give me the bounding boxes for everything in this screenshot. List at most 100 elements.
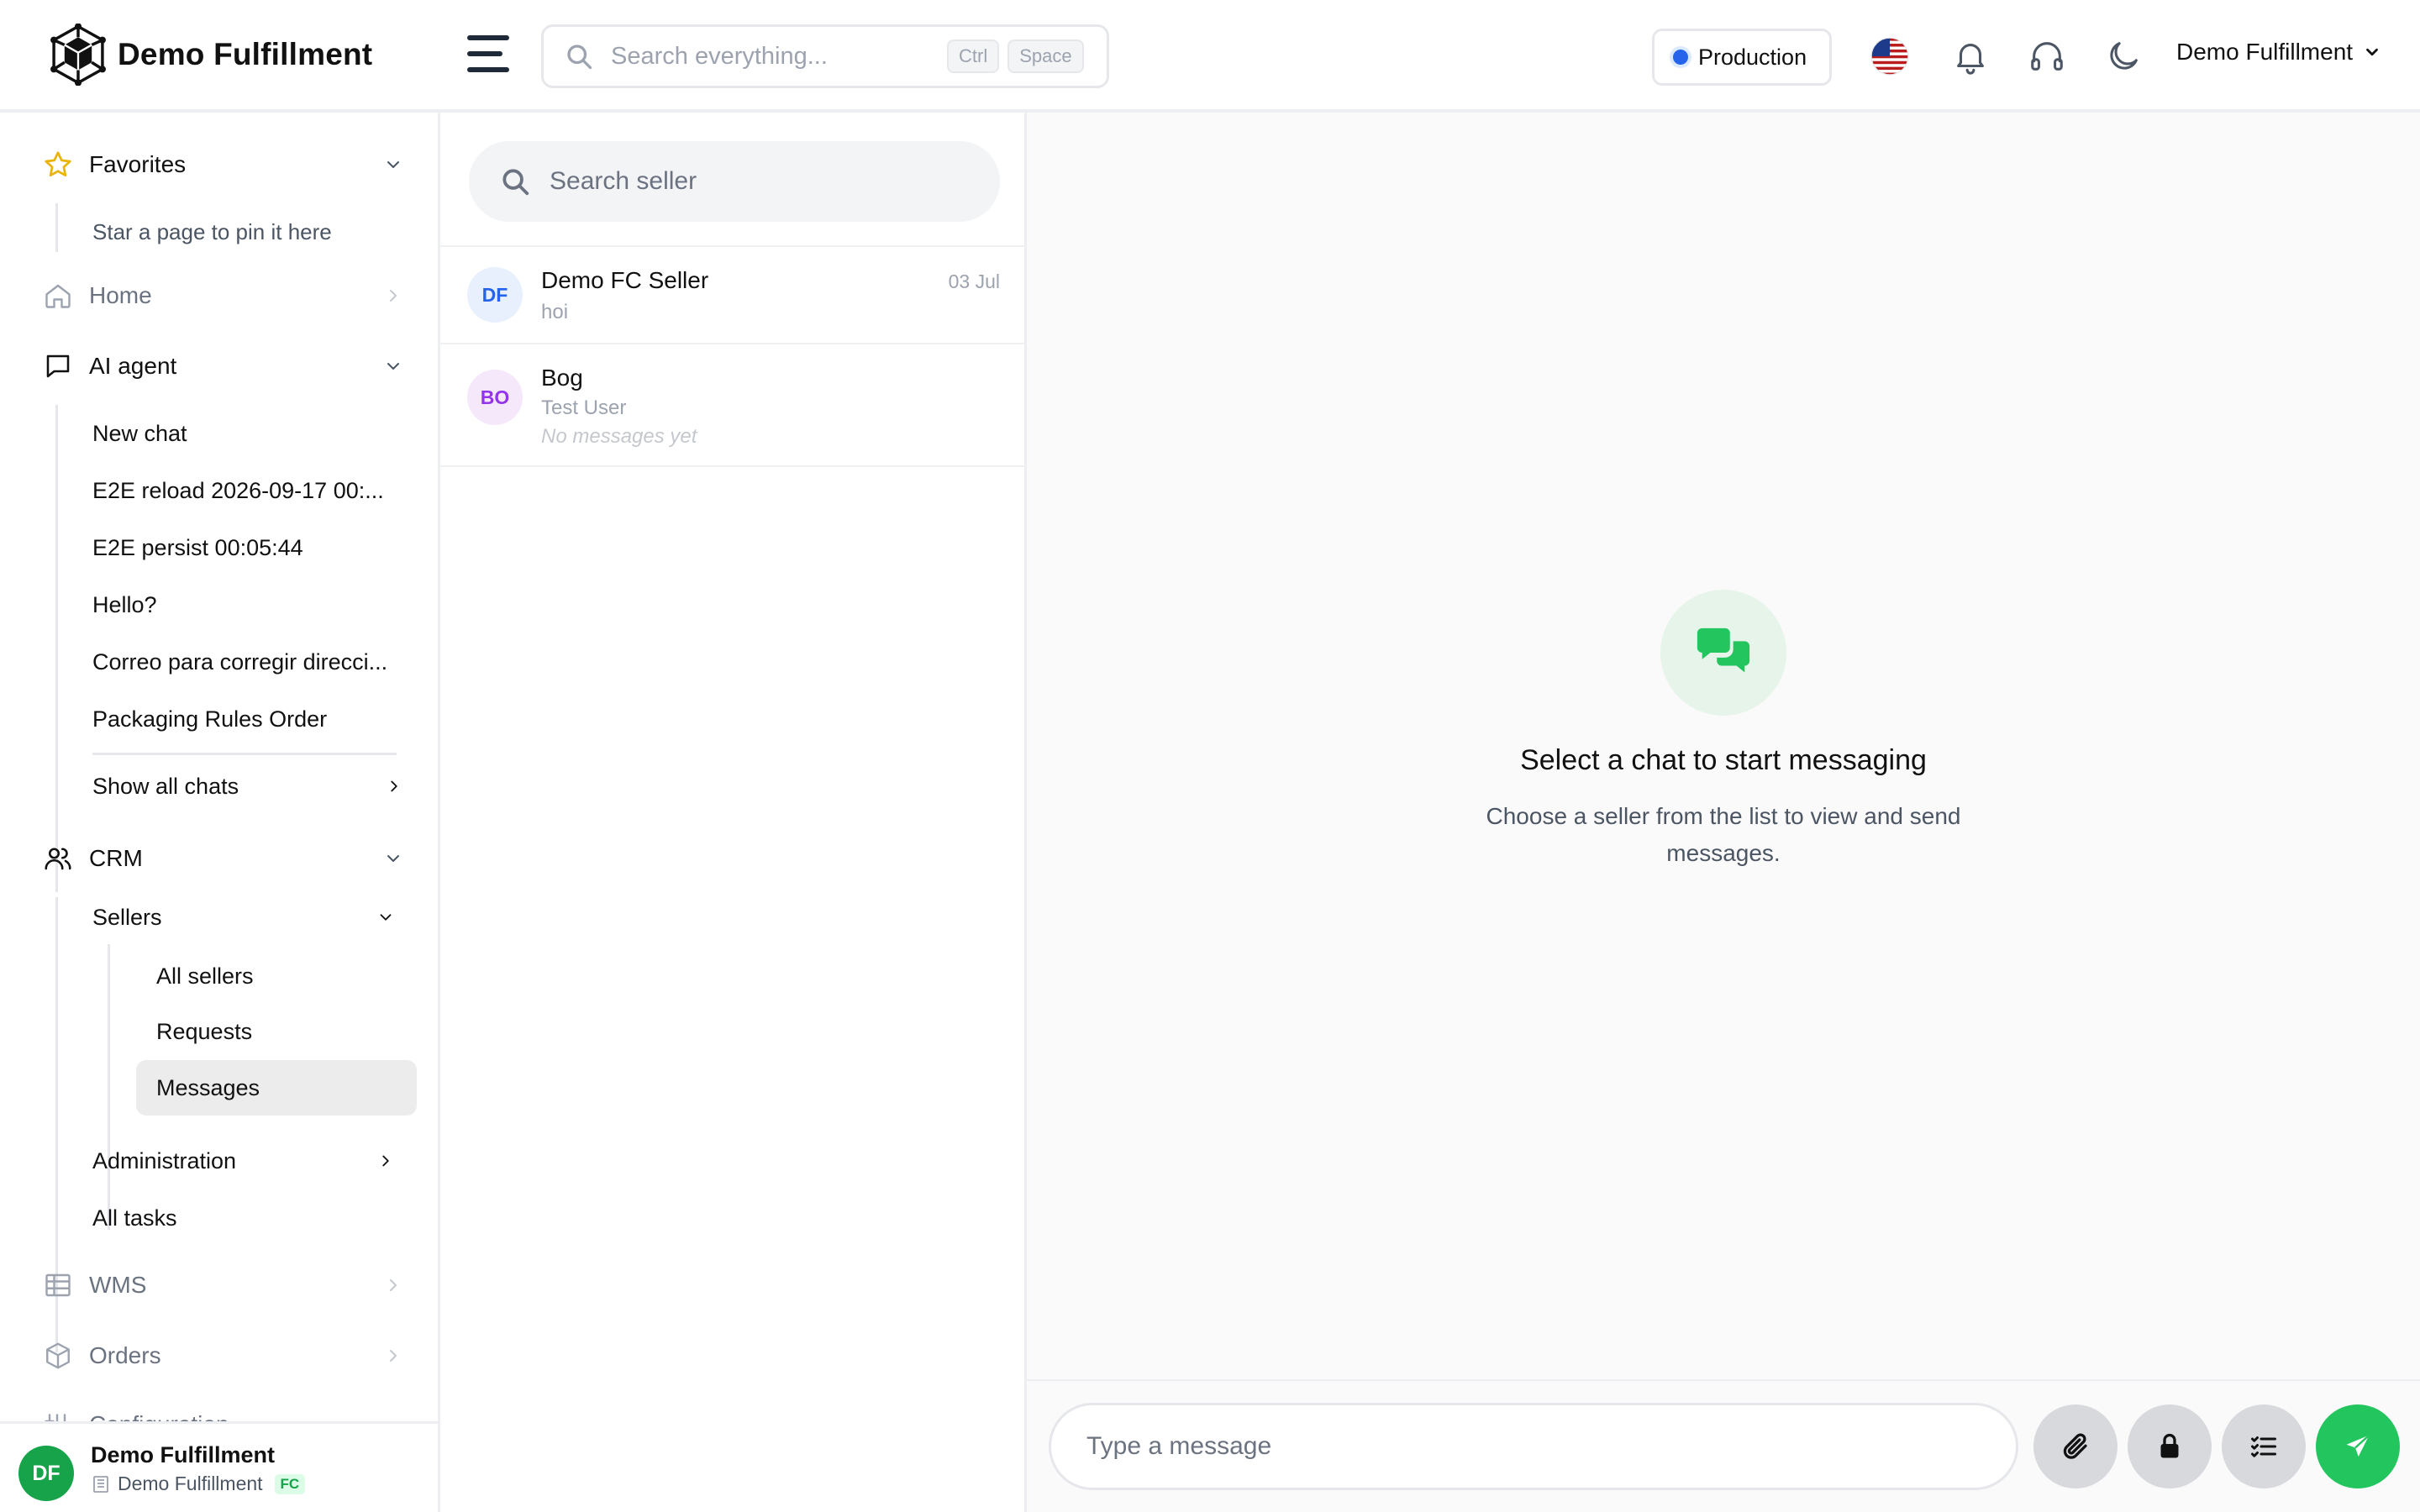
- chevron-down-icon: [380, 914, 392, 921]
- footer-user-org: Demo Fulfillment FC: [91, 1473, 306, 1495]
- table-grid-icon: [45, 1273, 71, 1297]
- org-type-badge: FC: [274, 1473, 306, 1494]
- top-header: Demo Fulfillment Ctrl Space Production: [0, 0, 2420, 113]
- sidebar-item-sellers[interactable]: Sellers: [92, 897, 162, 937]
- language-flag-icon[interactable]: [1867, 34, 1912, 79]
- seller-list-item[interactable]: DF Demo FC Seller hoi 03 Jul: [440, 247, 1027, 343]
- sidebar-item-all-sellers[interactable]: All sellers: [156, 956, 254, 996]
- search-icon: [502, 169, 529, 196]
- ai-chat-item[interactable]: Correo para corregir direcci...: [92, 642, 387, 682]
- empty-chat-illustration: [1660, 590, 1786, 716]
- home-icon: [45, 284, 71, 308]
- chevron-down-icon: [387, 363, 399, 370]
- chevron-right-icon: [390, 1279, 397, 1291]
- seller-search-input[interactable]: [550, 167, 986, 196]
- tree-line: [55, 203, 58, 252]
- users-icon: [45, 848, 71, 870]
- sidebar-item-home[interactable]: Home: [42, 270, 403, 321]
- paperclip-icon: [2063, 1433, 2087, 1459]
- user-menu-label: Demo Fulfillment: [2176, 39, 2354, 65]
- shortcut-key-space: Space: [1007, 39, 1084, 73]
- seller-name: Demo FC Seller: [541, 267, 709, 293]
- us-flag-icon: [1870, 37, 1909, 76]
- chevron-right-icon: [391, 780, 397, 792]
- sidebar-item-label: WMS: [89, 1272, 147, 1298]
- support-headset-icon[interactable]: [2024, 34, 2070, 79]
- sidebar-item-orders[interactable]: Orders: [42, 1331, 403, 1381]
- private-note-button[interactable]: [2128, 1404, 2212, 1488]
- lock-icon: [2160, 1433, 2179, 1458]
- sidebar-item-label: CRM: [89, 845, 143, 871]
- sidebar: Favorites Star a page to pin it here Hom…: [0, 113, 440, 1512]
- sidebar-item-administration[interactable]: Administration: [92, 1141, 236, 1181]
- environment-status-dot: [1673, 50, 1688, 65]
- tree-line: [108, 944, 110, 1230]
- sidebar-item-messages[interactable]: Messages: [156, 1068, 260, 1108]
- notifications-bell-icon[interactable]: [1948, 34, 1993, 79]
- chat-bubbles-icon: [1697, 627, 1750, 673]
- sidebar-item-favorites[interactable]: Favorites: [42, 139, 403, 190]
- last-message-date: 03 Jul: [948, 270, 1000, 292]
- chat-pane: Select a chat to start messaging Choose …: [1027, 113, 2420, 1512]
- chevron-down-icon: [387, 855, 399, 862]
- chevron-down-icon: [387, 161, 399, 168]
- ai-chat-item[interactable]: Packaging Rules Order: [92, 699, 327, 739]
- empty-state-title: Select a chat to start messaging: [1520, 744, 1927, 776]
- ai-chat-item[interactable]: New chat: [92, 413, 187, 454]
- ai-chat-item[interactable]: Hello?: [92, 585, 157, 625]
- sidebar-user-footer[interactable]: DF Demo Fulfillment Demo Fulfillment FC: [0, 1421, 438, 1512]
- seller-list-pane: DF Demo FC Seller hoi 03 Jul BO Bog Test…: [440, 113, 1027, 1512]
- last-message-preview: hoi: [541, 301, 569, 323]
- tree-line: [55, 405, 58, 892]
- sidebar-item-ai-agent[interactable]: AI agent: [42, 341, 403, 391]
- sidebar-item-requests[interactable]: Requests: [156, 1011, 252, 1052]
- message-composer: [1027, 1379, 2420, 1512]
- checklist-icon: [2251, 1436, 2276, 1457]
- logo-icon: [50, 24, 106, 86]
- sidebar-item-wms[interactable]: WMS: [42, 1260, 403, 1310]
- footer-org-name: Demo Fulfillment: [118, 1473, 263, 1494]
- chevron-down-icon: [2366, 48, 2378, 56]
- brand-name: Demo Fulfillment: [118, 37, 373, 71]
- chevron-right-icon: [390, 1350, 397, 1362]
- empty-state-description: Choose a seller from the list to view an…: [1486, 803, 1961, 866]
- star-icon: [45, 151, 71, 177]
- send-button[interactable]: [2316, 1404, 2400, 1488]
- seller-search[interactable]: [469, 141, 1000, 222]
- chat-bubble-icon: [46, 354, 70, 378]
- seller-list-item[interactable]: BO Bog Test User No messages yet: [440, 344, 1027, 465]
- sidebar-item-label: AI agent: [89, 353, 177, 379]
- show-all-chats-link[interactable]: Show all chats: [92, 766, 239, 806]
- sidebar-divider: [92, 753, 397, 755]
- chevron-right-icon: [382, 1155, 389, 1167]
- favorites-hint: Star a page to pin it here: [92, 218, 332, 244]
- chevron-right-icon: [390, 290, 397, 302]
- global-search-input[interactable]: [611, 42, 939, 71]
- search-icon: [567, 45, 592, 70]
- message-input-wrapper[interactable]: [1049, 1403, 2018, 1490]
- environment-button[interactable]: Production: [1652, 29, 1832, 86]
- sidebar-item-all-tasks[interactable]: All tasks: [92, 1198, 177, 1238]
- global-search[interactable]: Ctrl Space: [541, 24, 1109, 88]
- avatar: DF: [467, 267, 523, 323]
- package-box-icon: [46, 1342, 70, 1369]
- building-icon: [93, 1475, 108, 1493]
- message-input[interactable]: [1086, 1432, 1977, 1461]
- sidebar-item-crm[interactable]: CRM: [42, 833, 403, 884]
- checklist-button[interactable]: [2222, 1404, 2306, 1488]
- attach-button[interactable]: [2033, 1404, 2118, 1488]
- user-menu-button[interactable]: Demo Fulfillment: [2176, 39, 2381, 66]
- environment-label: Production: [1698, 44, 1807, 70]
- list-divider: [440, 465, 1027, 467]
- brand-logo[interactable]: Demo Fulfillment: [47, 24, 372, 86]
- sidebar-item-label: Favorites: [89, 151, 187, 177]
- sidebar-item-label: Home: [89, 282, 152, 308]
- avatar: DF: [18, 1446, 74, 1501]
- menu-toggle-icon[interactable]: [467, 35, 513, 72]
- sidebar-item-label: Orders: [89, 1342, 161, 1368]
- shortcut-key-ctrl: Ctrl: [947, 39, 1000, 73]
- ai-chat-item[interactable]: E2E reload 2026-09-17 00:...: [92, 470, 384, 511]
- dark-mode-moon-icon[interactable]: [2101, 34, 2146, 79]
- ai-chat-item[interactable]: E2E persist 00:05:44: [92, 528, 303, 568]
- send-icon: [2346, 1434, 2370, 1457]
